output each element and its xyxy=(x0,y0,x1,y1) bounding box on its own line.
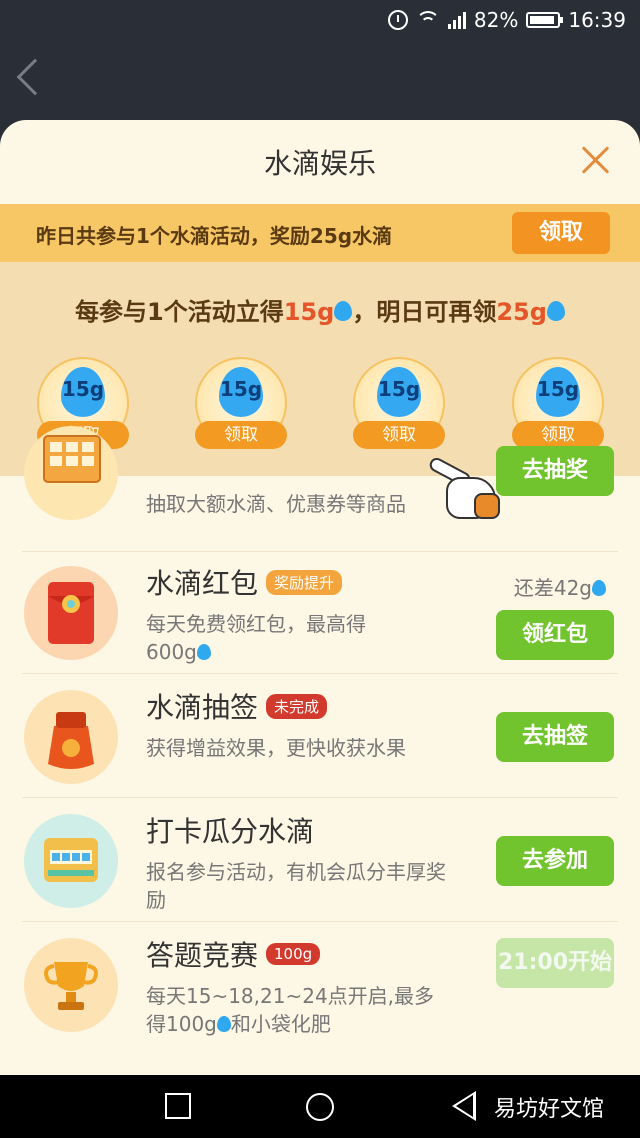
headline-amount-1: 15g xyxy=(283,298,335,326)
task-desc: 每天免费领红包，最高得 600g xyxy=(146,610,446,666)
badge-amount: 15g xyxy=(377,377,421,401)
water-drop-icon xyxy=(592,579,606,596)
badge-amount: 15g xyxy=(536,377,580,401)
battery-icon xyxy=(526,12,564,28)
task-desc: 获得增益效果，更快收获水果 xyxy=(146,736,406,760)
system-nav-bar: 易坊好文馆 xyxy=(0,1075,640,1138)
task-desc-amount: 600g xyxy=(146,640,197,664)
list-item-red-packet: 水滴红包 奖励提升 每天免费领红包，最高得 600g 还差42g 领红包 xyxy=(0,550,640,674)
back-nav-icon[interactable] xyxy=(452,1091,476,1121)
sheet-title: 水滴娱乐 xyxy=(263,147,376,180)
badge-amount: 15g xyxy=(219,377,263,401)
task-desc: 每天15~18,21~24点开启,最多 得100g 和小袋化肥 xyxy=(146,982,446,1038)
list-item-draw-lots: 水滴抽签 未完成 获得增益效果，更快收获水果 去抽签 xyxy=(0,674,640,798)
quiz-start-time-button[interactable]: 21:00开始 xyxy=(496,938,614,988)
task-desc: 抽取大额水滴、优惠券等商品 xyxy=(146,492,406,516)
go-lottery-button[interactable]: 去抽奖 xyxy=(496,446,614,496)
battery-percent: 82% xyxy=(473,8,519,32)
task-desc-line: 每天免费领红包，最高得 xyxy=(146,612,366,636)
task-desc-line: 每天15~18,21~24点开启,最多 xyxy=(146,984,435,1008)
reward-amount-badge: 100g xyxy=(266,943,321,965)
lottery-grid-icon xyxy=(24,426,118,520)
task-desc-line: 和小袋化肥 xyxy=(230,1012,331,1036)
list-item-quiz: 答题竞赛 100g 每天15~18,21~24点开启,最多 得100g 和小袋化肥 2… xyxy=(0,922,640,1046)
water-drop-sheet: 水滴娱乐 昨日共参与1个水滴活动，奖励25g水滴 领取 每参与1个活动立得15g… xyxy=(0,120,640,1075)
task-desc-amount: 得100g xyxy=(146,1012,217,1036)
trophy-icon xyxy=(24,938,118,1032)
task-title-text: 答题竞赛 xyxy=(146,939,259,972)
headline-middle: ，明日可再领 xyxy=(352,298,497,326)
task-title: 答题竞赛 100g xyxy=(146,934,321,974)
signal-icon xyxy=(447,11,466,29)
task-title: 水滴抽签 未完成 xyxy=(146,686,328,726)
close-icon[interactable] xyxy=(580,144,612,176)
task-title: 水滴红包 奖励提升 xyxy=(146,562,343,602)
task-desc: 报名参与活动，有机会瓜分丰厚奖励 xyxy=(146,860,446,912)
home-icon[interactable] xyxy=(306,1093,334,1121)
incomplete-badge: 未完成 xyxy=(266,693,328,719)
watermark: 易坊好文馆 xyxy=(494,1097,605,1122)
hand-cuff xyxy=(474,493,500,519)
red-packet-icon xyxy=(24,566,118,660)
reward-headline: 每参与1个活动立得15g ，明日可再领25g xyxy=(0,292,640,327)
claim-red-packet-button[interactable]: 领红包 xyxy=(496,610,614,660)
list-item-lottery: 抽取大额水滴、优惠券等商品 去抽奖 xyxy=(0,426,640,552)
page-header xyxy=(0,44,640,124)
recent-apps-icon[interactable] xyxy=(165,1093,191,1119)
status-bar: 82% 16:39 xyxy=(0,0,640,44)
checkin-machine-icon xyxy=(24,814,118,908)
task-title-text: 水滴红包 xyxy=(146,567,259,600)
water-drop-icon xyxy=(196,643,211,660)
yesterday-reward-bar: 昨日共参与1个水滴活动，奖励25g水滴 领取 xyxy=(0,204,640,262)
pointing-hand-icon xyxy=(427,455,500,523)
join-button[interactable]: 去参加 xyxy=(496,836,614,886)
alarm-icon xyxy=(387,10,408,30)
water-drop-icon xyxy=(334,301,353,321)
go-draw-lots-button[interactable]: 去抽签 xyxy=(496,712,614,762)
water-drop-icon xyxy=(216,1015,231,1032)
headline-amount-2: 25g xyxy=(496,298,547,326)
task-title-text: 水滴抽签 xyxy=(146,691,259,724)
list-item-checkin-split: 打卡瓜分水滴 报名参与活动，有机会瓜分丰厚奖励 去参加 xyxy=(0,798,640,922)
remaining-text: 还差42g xyxy=(513,576,592,600)
remaining-amount: 还差42g xyxy=(514,572,606,601)
claim-button[interactable]: 领取 xyxy=(512,212,610,254)
reward-boost-badge: 奖励提升 xyxy=(266,569,343,595)
clock: 16:39 xyxy=(568,8,626,32)
yesterday-reward-text: 昨日共参与1个水滴活动，奖励25g水滴 xyxy=(36,224,393,248)
headline-prefix: 每参与1个活动立得 xyxy=(75,298,284,326)
fortune-bag-icon xyxy=(24,690,118,784)
water-drop-icon xyxy=(546,301,565,321)
task-title: 打卡瓜分水滴 xyxy=(146,815,315,848)
wifi-icon xyxy=(415,11,440,29)
badge-amount: 15g xyxy=(61,377,105,401)
